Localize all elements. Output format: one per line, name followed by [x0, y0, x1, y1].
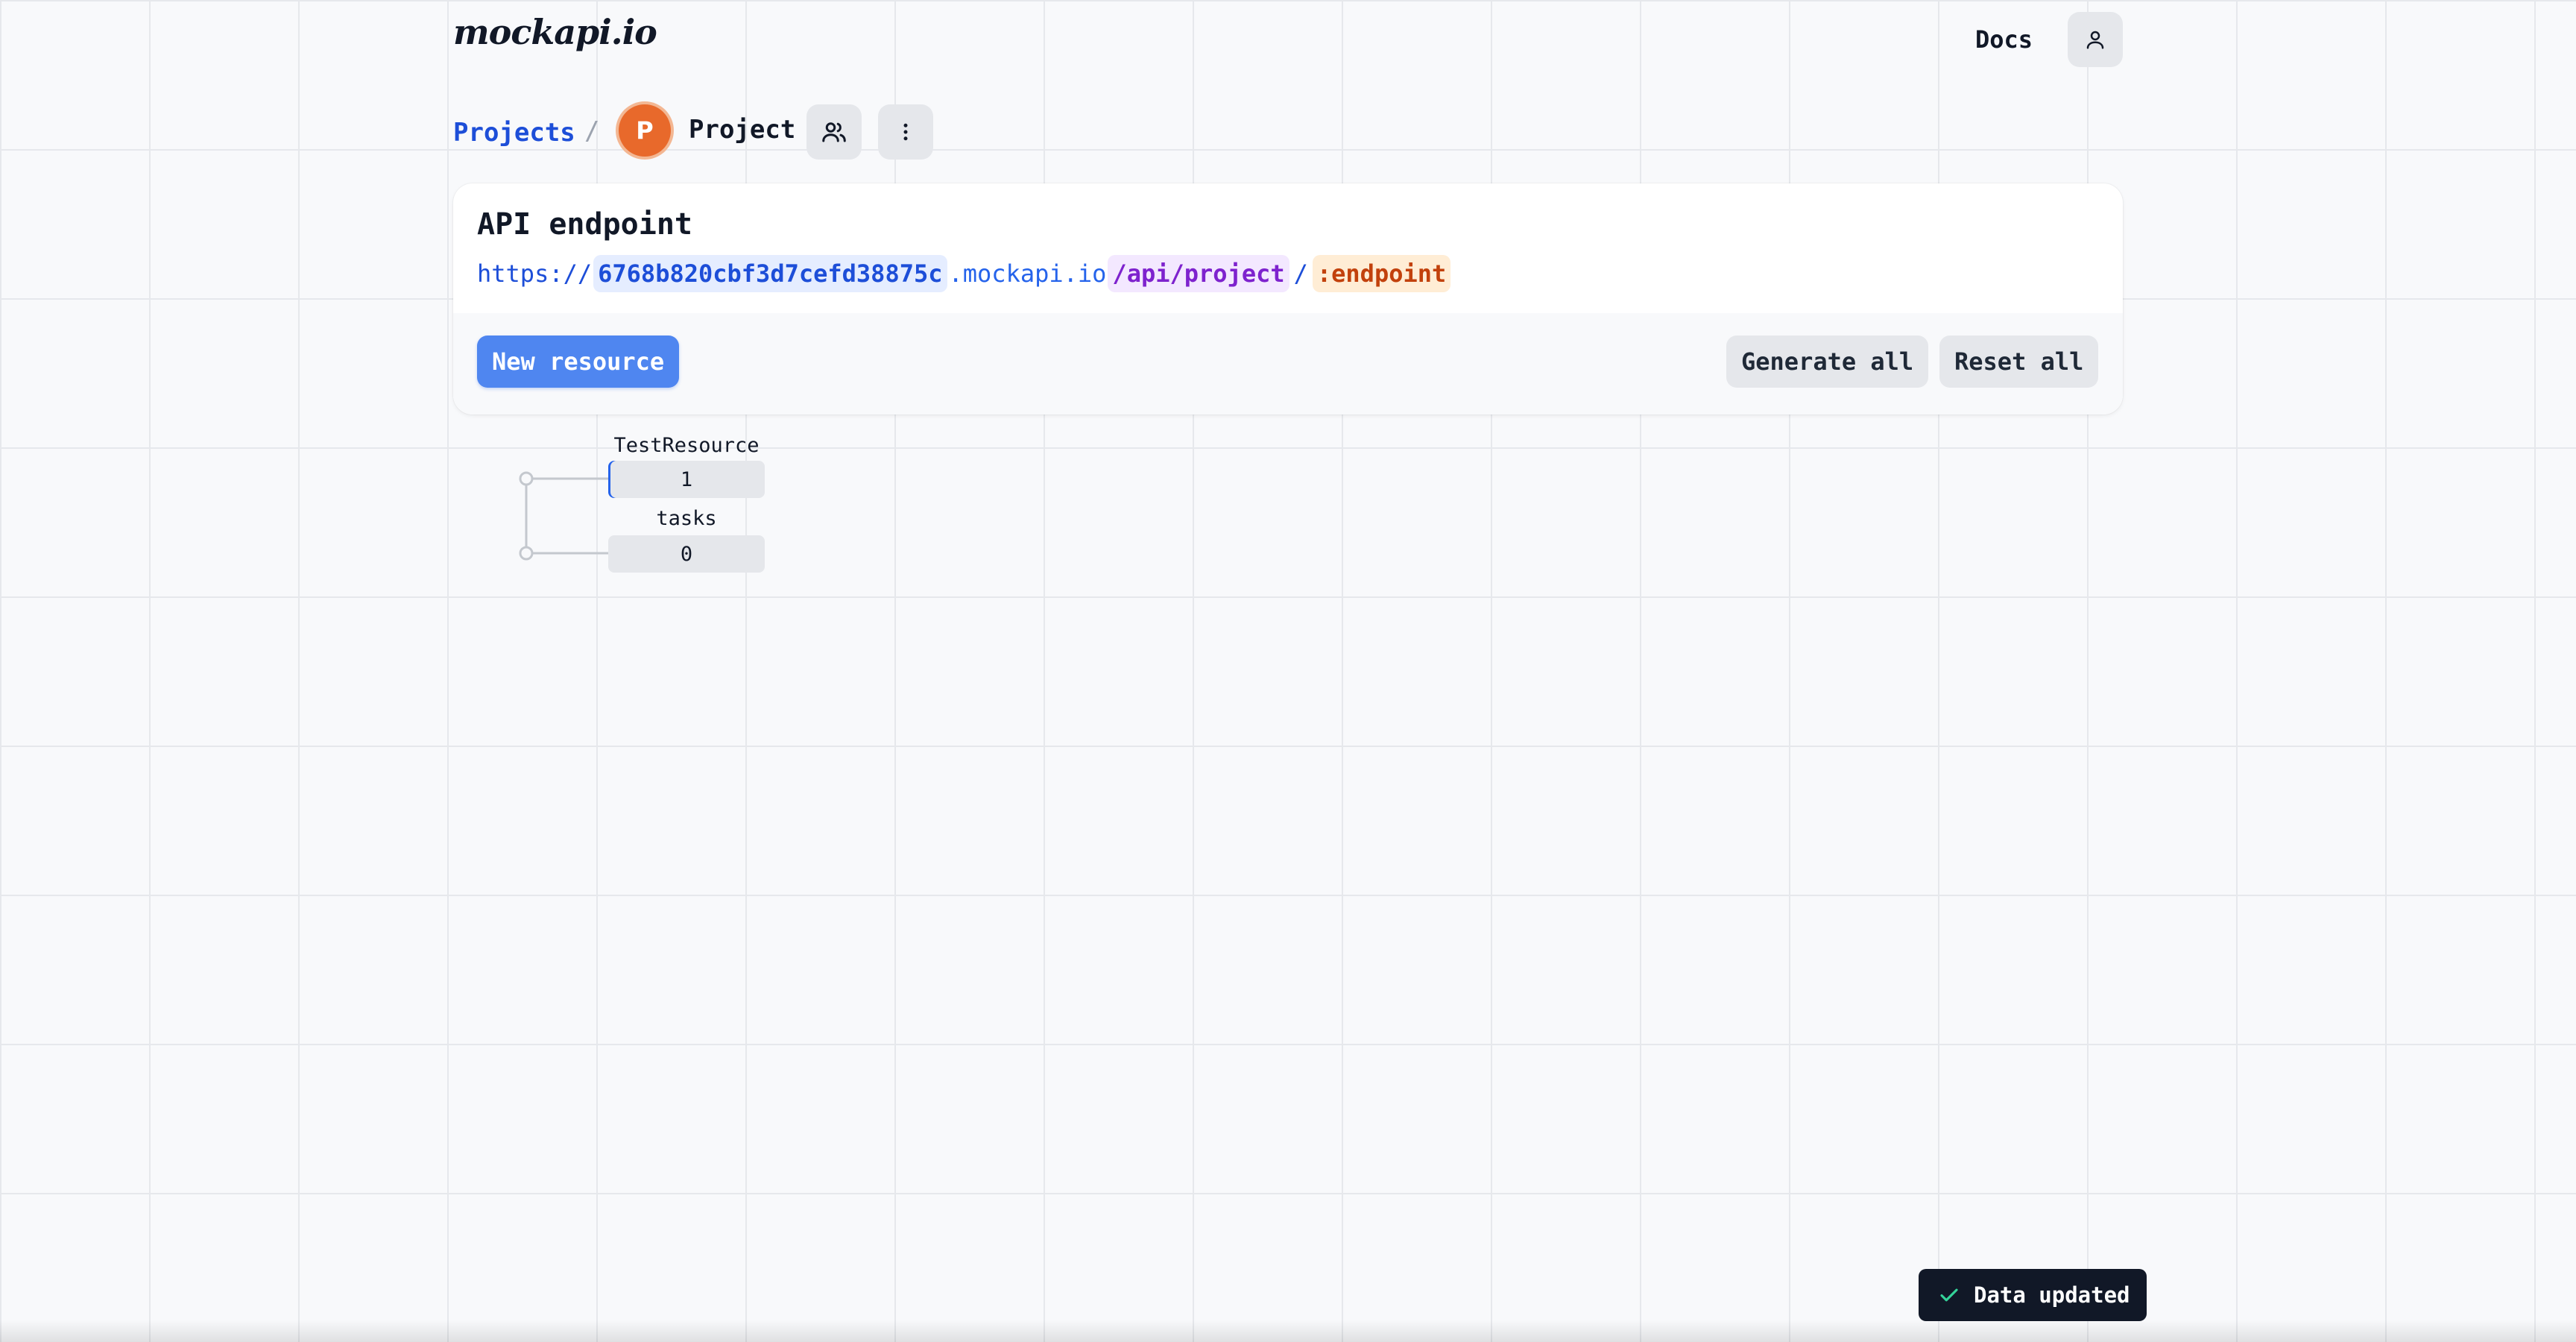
resource-count[interactable]: 0 [608, 535, 765, 573]
logo[interactable]: mockapi.io [453, 12, 657, 52]
toast-notification: Data updated [1919, 1269, 2147, 1321]
project-members-button[interactable] [806, 104, 862, 160]
user-icon [2086, 31, 2104, 49]
check-icon [1938, 1284, 1960, 1306]
resource-tree: TestResource 1 tasks 0 [513, 428, 765, 577]
tree-connector-lines [519, 471, 608, 561]
api-endpoint-card: API endpoint https:// 6768b820cbf3d7cefd… [453, 183, 2123, 415]
card-title: API endpoint [477, 207, 692, 242]
url-protocol: https:// [477, 259, 593, 288]
url-project-id[interactable]: 6768b820cbf3d7cefd38875c [593, 255, 947, 292]
project-avatar: P [619, 104, 671, 157]
generate-all-button[interactable]: Generate all [1726, 336, 1929, 388]
toast-message: Data updated [1974, 1282, 2130, 1308]
url-endpoint-placeholder: :endpoint [1312, 255, 1451, 292]
endpoint-url: https:// 6768b820cbf3d7cefd38875c .mocka… [477, 255, 1451, 292]
url-host: .mockapi.io [948, 259, 1107, 288]
resource-count[interactable]: 1 [608, 461, 765, 498]
url-slash: / [1293, 259, 1308, 288]
resource-name[interactable]: TestResource [608, 434, 765, 457]
project-name: Project [689, 115, 796, 145]
more-vertical-icon [903, 123, 908, 141]
docs-link[interactable]: Docs [1975, 25, 2033, 54]
bottom-shadow [0, 1320, 2576, 1342]
user-menu-button[interactable] [2068, 12, 2123, 67]
project-options-button[interactable] [878, 104, 933, 160]
new-resource-button[interactable]: New resource [477, 336, 680, 388]
resource-name[interactable]: tasks [608, 507, 765, 530]
breadcrumb-separator: / [584, 116, 600, 146]
card-footer: New resource Generate all Reset all [453, 313, 2123, 415]
url-api-path[interactable]: /api/project [1108, 255, 1289, 292]
reset-all-button[interactable]: Reset all [1939, 336, 2099, 388]
breadcrumb-projects-link[interactable]: Projects [453, 118, 575, 148]
users-icon [822, 122, 846, 142]
